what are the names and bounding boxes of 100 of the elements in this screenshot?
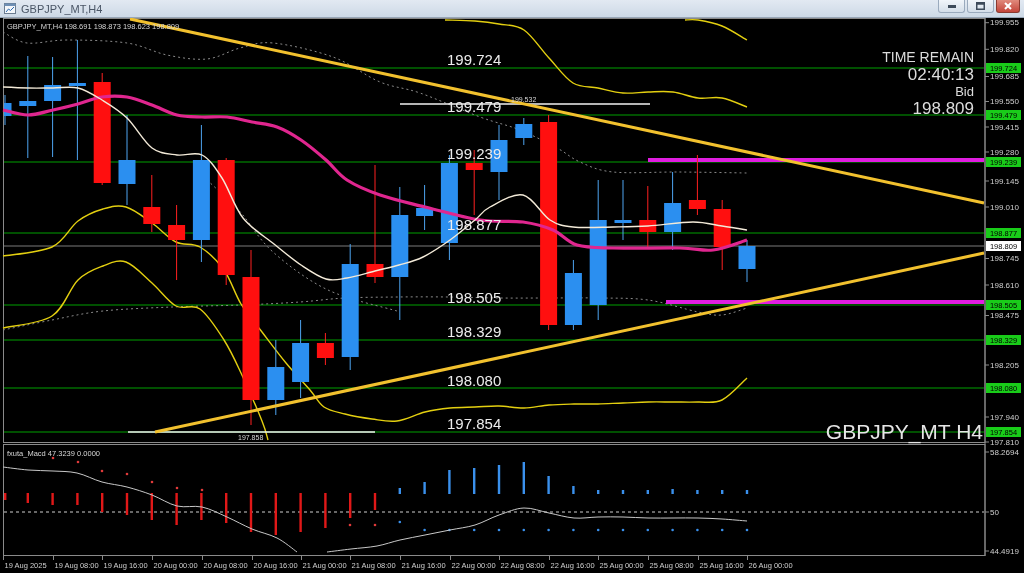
close-button[interactable]	[996, 0, 1020, 13]
histogram-bar	[621, 490, 625, 494]
signal-dot	[646, 528, 650, 532]
signal-dot	[621, 528, 625, 532]
minimize-icon	[947, 4, 956, 8]
price-label: 199.685	[990, 72, 1019, 81]
candlestick	[713, 199, 731, 271]
price-label: 198.610	[990, 280, 1019, 290]
level-label: 198.329	[447, 323, 502, 340]
price-label: 199.550	[990, 97, 1019, 106]
price-label: 197.810	[990, 437, 1019, 447]
restore-icon	[976, 2, 985, 10]
timer-value: 02:40:13	[907, 64, 974, 84]
candlestick	[688, 154, 706, 216]
histogram-bar	[349, 493, 352, 518]
window-title: GBPJPY_MT,H4	[21, 2, 104, 15]
price-label: 199.145	[990, 176, 1019, 186]
candlestick	[515, 117, 533, 146]
price-label: 197.940	[990, 412, 1019, 422]
candlestick	[614, 179, 632, 241]
histogram-bar	[175, 493, 178, 525]
histogram-bar	[299, 493, 302, 532]
signal-dot	[398, 520, 402, 524]
histogram-bar	[497, 465, 501, 494]
candlestick	[143, 174, 161, 233]
signal-dot	[175, 486, 179, 490]
level-label: 199.724	[447, 51, 502, 68]
histogram-bar	[4, 493, 7, 500]
signal-dot	[373, 523, 377, 527]
signal-dot	[497, 528, 501, 532]
signal-dot	[51, 456, 55, 460]
signal-dot	[423, 528, 426, 532]
signal-dot	[596, 528, 600, 532]
signal-dot	[696, 528, 699, 532]
signal-dot	[125, 472, 129, 476]
price-label: 198.745	[990, 254, 1019, 263]
histogram-bar	[274, 493, 277, 535]
signal-dot	[522, 528, 526, 532]
price-label: 199.955	[990, 18, 1019, 28]
timer-title: TIME REMAIN	[882, 48, 974, 65]
signal-dot	[472, 528, 476, 532]
candlestick	[4, 94, 12, 126]
histogram-bar	[423, 482, 426, 494]
histogram-bar	[26, 493, 29, 503]
signal-dot	[200, 488, 204, 492]
level-label: 198.080	[447, 371, 502, 389]
histogram-bar	[398, 488, 401, 494]
indicator-axis-label: 44.4919	[990, 546, 1019, 556]
histogram-bar	[324, 493, 327, 528]
histogram-bar	[547, 476, 550, 494]
indicator-axis-label: 58.2694	[990, 447, 1019, 457]
histogram-bar	[101, 493, 104, 512]
histogram-bar	[696, 490, 699, 494]
signal-dot	[76, 460, 80, 464]
window-icon	[4, 3, 16, 14]
histogram-bar	[473, 468, 476, 494]
bid-value: 198.809	[912, 99, 974, 118]
price-label: 198.475	[990, 311, 1019, 320]
candlestick	[639, 185, 657, 248]
candlestick	[416, 184, 434, 231]
histogram-bar	[373, 493, 377, 510]
signal-dot	[150, 480, 154, 484]
signal-dot	[348, 523, 352, 527]
level-label: 198.505	[447, 289, 502, 306]
histogram-bar	[249, 493, 253, 532]
price-label: 198.205	[990, 360, 1019, 370]
histogram-bar	[200, 493, 203, 520]
signal-dot	[100, 469, 104, 473]
price-label: 199.415	[990, 122, 1019, 132]
histogram-bar	[76, 493, 79, 505]
signal-dot	[572, 528, 575, 532]
restore-button[interactable]	[967, 0, 994, 13]
histogram-bar	[646, 490, 649, 494]
signal-dot	[448, 528, 451, 532]
candlestick	[564, 259, 582, 331]
signal-dot	[671, 528, 674, 532]
symbol-label: GBPJPY_MT H4	[825, 419, 983, 443]
candlestick	[738, 239, 756, 283]
histogram-bar	[721, 490, 724, 494]
level-label: 197.854	[447, 414, 502, 432]
signal-dot	[547, 528, 550, 532]
histogram-bar	[225, 493, 228, 523]
histogram-bar	[671, 489, 674, 494]
minimize-button[interactable]	[938, 0, 965, 13]
histogram-bar	[572, 486, 575, 494]
histogram-bar	[150, 493, 153, 520]
indicator-axis-label: 50	[990, 507, 999, 517]
price-label: 199.820	[990, 44, 1019, 54]
signal-dot	[745, 528, 749, 532]
histogram-bar	[745, 490, 749, 494]
signal-dot	[720, 528, 724, 532]
histogram-bar	[51, 493, 54, 505]
histogram-bar	[522, 462, 525, 494]
bid-label: Bid	[955, 84, 974, 99]
histogram-bar	[448, 470, 451, 494]
close-icon	[1004, 2, 1012, 10]
histogram-bar	[597, 490, 600, 494]
price-label: 199.010	[990, 202, 1019, 212]
price-label: 199.280	[990, 147, 1019, 157]
candlestick	[316, 332, 334, 366]
